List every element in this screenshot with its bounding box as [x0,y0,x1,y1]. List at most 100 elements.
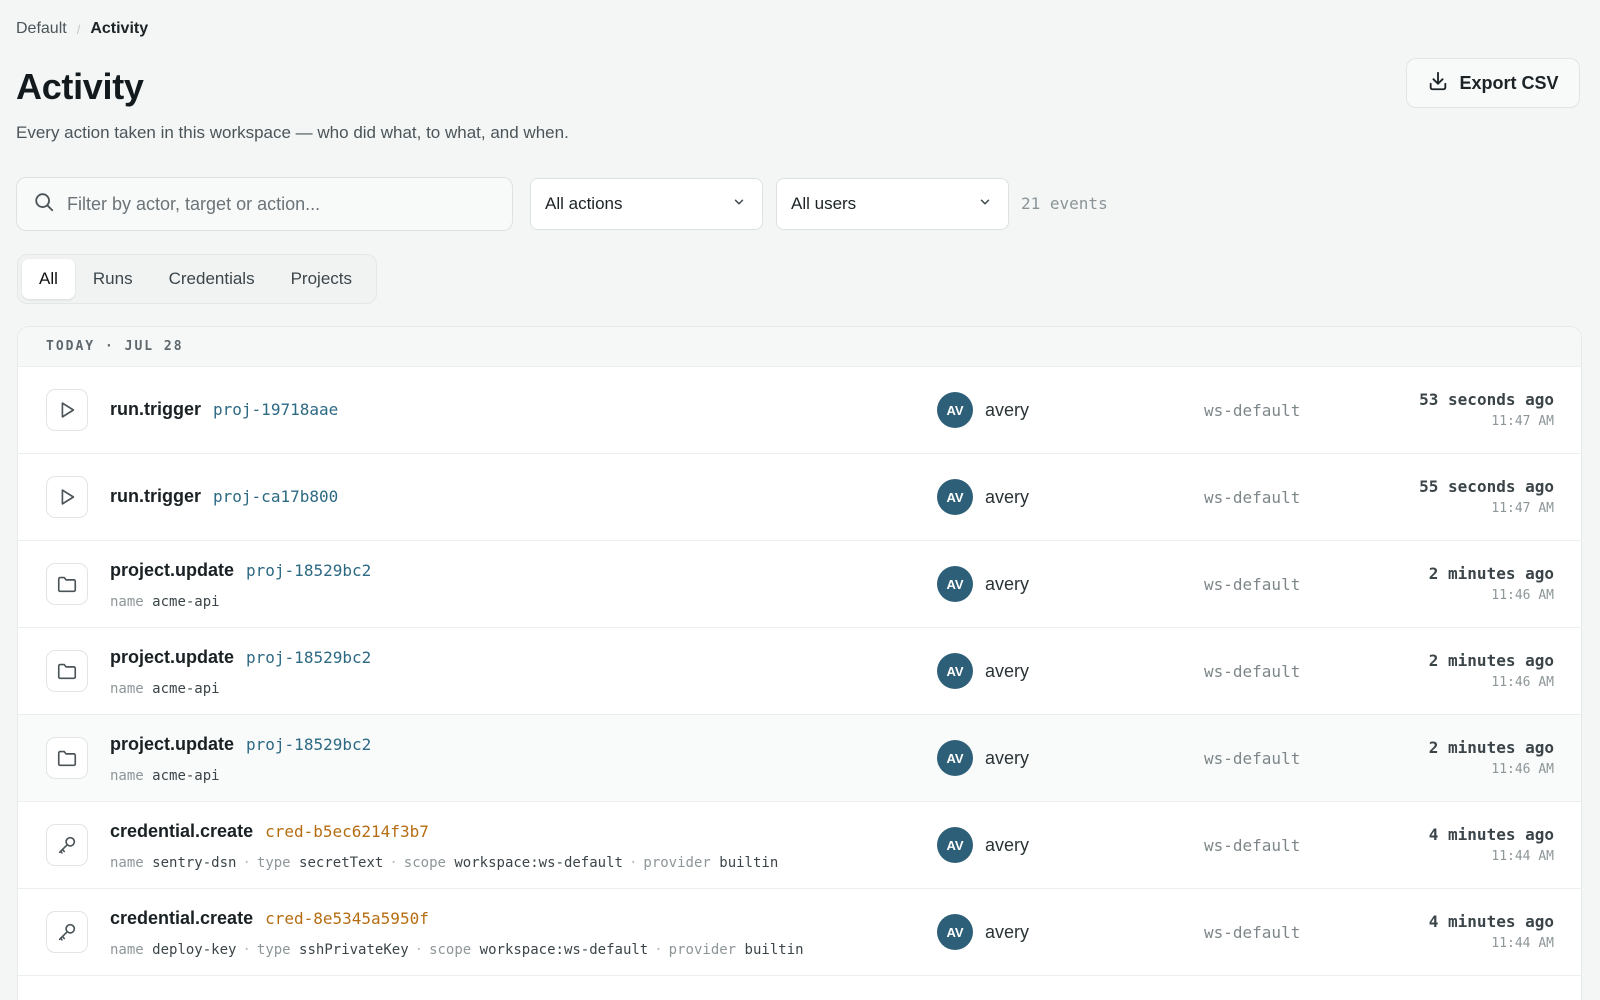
event-summary: project.update proj-18529bc2 [110,734,371,755]
activity-row[interactable]: project.update proj-18529bc2 name acme-a… [18,541,1581,628]
target-link[interactable]: proj-18529bc2 [246,561,371,580]
relative-time: 53 seconds ago [1419,390,1554,409]
meta-separator: · [242,855,251,871]
play-icon [46,389,88,431]
absolute-time: 11:46 AM [1491,762,1554,777]
avatar: AV [937,827,973,863]
workspace-label: ws-default [1204,836,1301,855]
tab-credentials[interactable]: Credentials [151,259,273,299]
user-filter-select[interactable]: All users [776,178,1009,230]
avatar: AV [937,566,973,602]
target-link[interactable]: proj-19718aae [213,400,338,419]
event-time: 2 minutes ago 11:46 AM [1429,651,1554,693]
meta-key: type [256,942,291,958]
action-filter-select[interactable]: All actions [530,178,763,230]
meta-key: type [256,855,291,871]
meta-value: builtin [719,855,779,871]
actor-name: avery [985,660,1030,681]
page-subtitle: Every action taken in this workspace — w… [16,123,569,142]
actor-name: avery [985,399,1030,420]
meta-key: name [110,942,144,958]
event-details: name acme-api [110,681,220,697]
action-filter-value: All actions [545,194,623,213]
activity-tabs: All Runs Credentials Projects [17,254,377,304]
actor-name: avery [985,921,1030,942]
meta-key: name [110,855,144,871]
actor[interactable]: AV avery [937,827,1029,863]
target-link[interactable]: cred-8e5345a5950f [265,909,429,928]
meta-separator: · [628,855,638,871]
actor-name: avery [985,486,1030,507]
meta-value: sentry-dsn [152,855,237,871]
folder-icon [46,650,88,692]
activity-row[interactable]: run.trigger proj-19718aae AV avery ws-de… [18,367,1581,454]
meta-key: name [110,594,144,610]
event-summary: credential.create cred-8e5345a5950f [110,908,429,929]
meta-value: sshPrivateKey [299,942,409,958]
absolute-time: 11:44 AM [1491,936,1554,951]
date-group-header: TODAY · JUL 28 [18,327,1581,367]
meta-value: acme-api [152,681,220,697]
avatar: AV [937,479,973,515]
target-link[interactable]: cred-b5ec6214f3b7 [265,822,429,841]
actor[interactable]: AV avery [937,392,1029,428]
target-link[interactable]: proj-ca17b800 [213,487,338,506]
absolute-time: 11:46 AM [1491,675,1554,690]
key-icon [46,911,88,953]
target-link[interactable]: proj-18529bc2 [246,735,371,754]
target-link[interactable]: proj-18529bc2 [246,648,371,667]
export-csv-button[interactable]: Export CSV [1406,58,1580,108]
actor[interactable]: AV avery [937,566,1029,602]
event-time: 53 seconds ago 11:47 AM [1419,390,1554,432]
event-time: 55 seconds ago 11:47 AM [1419,477,1554,519]
action-name: project.update [110,734,235,754]
avatar: AV [937,653,973,689]
meta-key: name [110,768,144,784]
meta-key: scope [429,942,472,958]
tab-runs[interactable]: Runs [75,259,151,299]
activity-row[interactable]: project.update proj-18529bc2 name acme-a… [18,628,1581,715]
actor[interactable]: AV avery [937,479,1029,515]
event-details: name acme-api [110,768,220,784]
meta-key: provider [643,855,711,871]
action-name: run.trigger [110,486,202,506]
actor[interactable]: AV avery [937,914,1029,950]
avatar: AV [937,392,973,428]
tab-all[interactable]: All [22,259,75,299]
activity-row[interactable]: credential.create cred-b5ec6214f3b7 name… [18,802,1581,889]
activity-row[interactable]: run.trigger proj-ca17b800 AV avery ws-de… [18,454,1581,541]
actor[interactable]: AV avery [937,653,1029,689]
activity-list: TODAY · JUL 28 run.trigger proj-19718aae… [17,326,1582,1000]
event-details: name sentry-dsn · type secretText · scope wo… [110,855,778,871]
meta-key: scope [403,855,446,871]
breadcrumb-current: Activity [90,20,149,37]
relative-time: 4 minutes ago [1428,912,1554,931]
event-time: 4 minutes ago 11:44 AM [1429,825,1554,867]
action-name: project.update [110,560,235,580]
meta-value: workspace:ws-default [479,942,649,958]
activity-row[interactable]: credential.create cred-8e5345a5950f name… [18,889,1581,976]
actor[interactable]: AV avery [937,740,1029,776]
breadcrumb-parent-link[interactable]: Default [16,20,67,38]
activity-row[interactable]: project.update proj-18529bc2 name acme-a… [18,715,1581,802]
relative-time: 2 minutes ago [1428,738,1554,757]
meta-value: secretText [299,855,384,871]
workspace-label: ws-default [1204,923,1301,942]
search-input[interactable] [67,193,487,215]
meta-value: builtin [744,942,804,958]
meta-separator: · [654,942,663,958]
relative-time: 2 minutes ago [1428,651,1554,670]
breadcrumb: Default / Activity [16,20,148,38]
event-summary: run.trigger proj-ca17b800 [110,486,338,507]
tab-projects[interactable]: Projects [273,259,370,299]
search-icon [33,191,55,218]
event-summary: project.update proj-18529bc2 [110,647,371,668]
event-details: name acme-api [110,594,220,610]
avatar: AV [937,740,973,776]
meta-value: acme-api [152,594,220,610]
event-details: name deploy-key · type sshPrivateKey · scope… [110,942,804,958]
event-time: 4 minutes ago 11:44 AM [1429,912,1554,954]
meta-key: provider [668,942,737,958]
search-field[interactable] [16,177,513,231]
event-time: 2 minutes ago 11:46 AM [1429,738,1554,780]
